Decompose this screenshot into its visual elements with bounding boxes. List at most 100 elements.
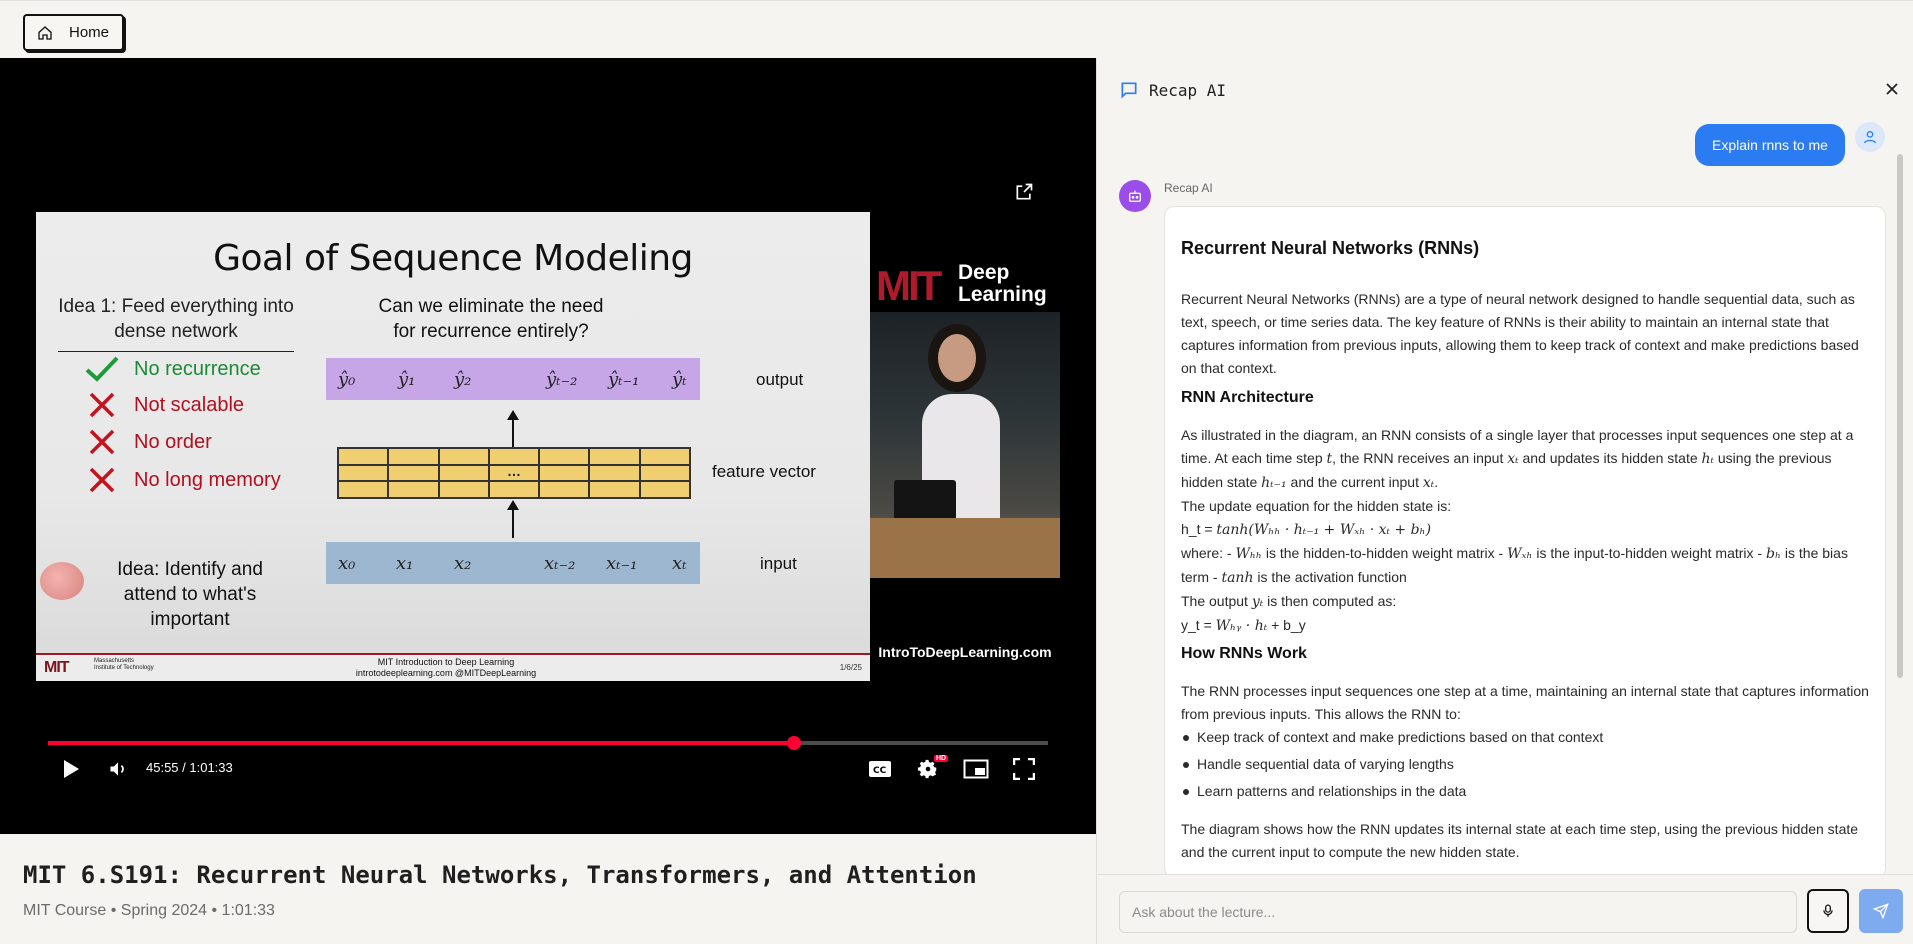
bot-name: Recap AI xyxy=(1164,181,1213,195)
captions-button[interactable]: CC xyxy=(866,754,894,784)
slide-footer: MIT Massachusetts Institute of Technolog… xyxy=(36,653,870,681)
answer-line: The update equation for the hidden state… xyxy=(1181,498,1452,514)
input-token: xₜ xyxy=(672,552,687,574)
footer-course: MIT Introduction to Deep Learning introt… xyxy=(355,657,537,678)
input-token: x₁ xyxy=(396,552,414,574)
list-item: Handle sequential data of varying length… xyxy=(1181,753,1869,776)
bot-avatar xyxy=(1119,180,1151,212)
output-band: ŷ₀ ŷ₁ ŷ₂ ŷₜ₋₂ ŷₜ₋₁ ŷₜ xyxy=(326,358,700,400)
list-item: Learn patterns and relationships in the … xyxy=(1181,780,1869,803)
slide-check-item: No recurrence xyxy=(84,354,261,384)
svg-text:CC: CC xyxy=(873,766,887,776)
robot-icon xyxy=(1129,190,1141,202)
slide-idea-2: Idea: Identify and attend to what's impo… xyxy=(117,559,263,630)
answer-paragraph: The diagram shows how the RNN updates it… xyxy=(1181,821,1859,860)
cross-icon xyxy=(84,390,120,420)
output-token: ŷₜ xyxy=(672,368,687,390)
input-label: input xyxy=(760,554,797,573)
video-player[interactable]: Goal of Sequence Modeling Idea 1: Feed e… xyxy=(0,58,1096,834)
home-button[interactable]: Home xyxy=(23,14,124,51)
microphone-icon xyxy=(1823,904,1833,917)
home-label: Home xyxy=(69,24,110,41)
slide-check-item: No long memory xyxy=(84,465,281,495)
recap-ai-panel: Recap AI Explain rnns to me Recap AI Rec… xyxy=(1096,58,1913,944)
laptop-icon xyxy=(894,480,956,520)
fullscreen-icon xyxy=(1013,758,1035,780)
up-arrow-icon xyxy=(507,410,519,452)
chat-bubble-icon xyxy=(1121,82,1137,99)
popout-icon[interactable] xyxy=(1014,182,1034,207)
play-button[interactable] xyxy=(56,754,86,784)
course-site: IntroToDeepLearning.com xyxy=(878,644,1052,660)
output-token: ŷₜ₋₂ xyxy=(546,368,578,390)
answer-paragraph: As illustrated in the diagram, an RNN co… xyxy=(1181,427,1854,491)
slide-check-item: No order xyxy=(84,427,212,457)
chat-title: Recap AI xyxy=(1149,80,1227,100)
slide-check-item: Not scalable xyxy=(84,390,244,420)
progress-scrubber[interactable] xyxy=(786,736,801,750)
volume-button[interactable] xyxy=(104,754,132,784)
send-icon xyxy=(1873,903,1889,919)
checkmark-icon xyxy=(84,354,120,384)
chat-composer xyxy=(1097,874,1913,944)
answer-equation: h_t = tanh(Wₕₕ · hₜ₋₁ + Wₓₕ · xₜ + bₕ) xyxy=(1181,521,1432,538)
feature-dots: … xyxy=(488,464,540,482)
user-icon xyxy=(1864,131,1876,144)
mit-logo: MIT xyxy=(876,262,942,309)
feature-vector-label: feature vector xyxy=(712,462,816,481)
mic-button[interactable] xyxy=(1807,889,1849,933)
up-arrow-icon xyxy=(507,500,519,538)
input-band: x₀ x₁ x₂ xₜ₋₂ xₜ₋₁ xₜ xyxy=(326,542,700,584)
chat-header: Recap AI xyxy=(1119,80,1226,100)
answer-line: The output yₜ is then computed as: xyxy=(1181,593,1397,610)
bot-answer: Recurrent Neural Networks (RNNs) Recurre… xyxy=(1164,206,1886,878)
list-item: Keep track of context and make predictio… xyxy=(1181,726,1869,749)
hd-badge: HD xyxy=(934,755,949,762)
close-icon xyxy=(1886,83,1898,95)
output-token: ŷ₀ xyxy=(338,368,356,390)
speaker-video xyxy=(870,312,1060,578)
progress-played xyxy=(48,741,794,745)
close-button[interactable] xyxy=(1885,82,1899,101)
play-icon xyxy=(64,760,79,778)
slide-idea-1: Idea 1: Feed everything into dense netwo… xyxy=(58,294,294,352)
answer-paragraph: where: - Wₕₕ is the hidden-to-hidden wei… xyxy=(1181,545,1848,586)
output-token: ŷₜ₋₁ xyxy=(608,368,640,390)
slide-question: Can we eliminate the need for recurrence… xyxy=(378,296,604,342)
answer-subheading: How RNNs Work xyxy=(1181,645,1307,662)
time-display: 45:55 / 1:01:33 xyxy=(146,760,233,775)
chat-scrollbar[interactable] xyxy=(1897,154,1903,678)
output-label: output xyxy=(756,370,804,389)
volume-icon xyxy=(110,762,124,776)
user-message: Explain rnns to me xyxy=(1695,124,1845,166)
miniplayer-icon xyxy=(963,759,989,779)
video-meta: MIT Course • Spring 2024 • 1:01:33 xyxy=(23,902,275,919)
answer-intro: Recurrent Neural Networks (RNNs) are a t… xyxy=(1181,291,1859,376)
cross-icon xyxy=(84,465,120,495)
answer-subheading: RNN Architecture xyxy=(1181,389,1314,406)
video-title: MIT 6.S191: Recurrent Neural Networks, T… xyxy=(23,861,977,889)
fullscreen-button[interactable] xyxy=(1010,754,1038,784)
slide-title: Goal of Sequence Modeling xyxy=(213,238,693,279)
brain-icon xyxy=(40,562,84,600)
miniplayer-button[interactable] xyxy=(962,754,990,784)
captions-icon: CC xyxy=(869,761,891,777)
input-token: x₀ xyxy=(338,552,356,574)
footer-institute: Massachusetts Institute of Technology xyxy=(94,658,154,671)
output-token: ŷ₁ xyxy=(398,368,416,390)
lecture-slide: Goal of Sequence Modeling Idea 1: Feed e… xyxy=(36,212,870,681)
feature-vector-grid: … xyxy=(337,447,691,499)
send-button[interactable] xyxy=(1859,889,1903,933)
output-token: ŷ₂ xyxy=(454,368,472,390)
top-bar: Home xyxy=(0,0,1913,58)
mit-logo: MIT xyxy=(44,659,70,676)
user-avatar xyxy=(1855,122,1885,152)
input-token: xₜ₋₁ xyxy=(606,552,638,574)
answer-heading: Recurrent Neural Networks (RNNs) xyxy=(1181,238,1480,258)
chat-input[interactable] xyxy=(1119,891,1797,933)
footer-page: 1/6/25 xyxy=(839,663,862,672)
input-token: xₜ₋₂ xyxy=(544,552,576,574)
deep-learning-brand: Deep Learning xyxy=(958,261,1047,306)
cross-icon xyxy=(84,427,120,457)
progress-bar[interactable] xyxy=(48,736,1048,750)
